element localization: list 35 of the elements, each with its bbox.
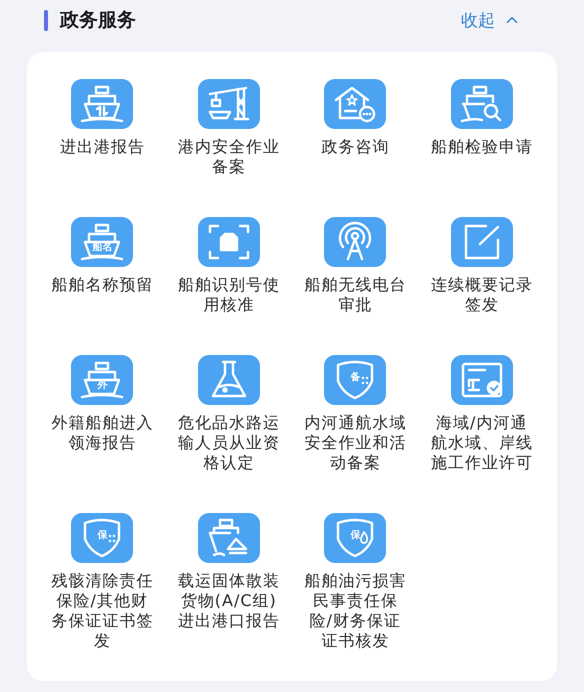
- service-label[interactable]: 载运固体散装货物(A/C组)进出港口报告: [178, 571, 280, 631]
- ship-icon: [80, 360, 124, 400]
- icon-label: 保: [350, 531, 360, 541]
- service-label[interactable]: 内河通航水域安全作业和活动备案: [304, 413, 406, 473]
- service-label[interactable]: 船舶名称预留: [51, 275, 154, 295]
- service-label[interactable]: 政务咨询: [321, 137, 390, 157]
- service-label[interactable]: 船舶油污损害民事责任保险/财务保证证书核发: [304, 571, 406, 651]
- ship-search-icon: [460, 84, 504, 124]
- service-icon[interactable]: [198, 355, 260, 405]
- service-label[interactable]: 连续概要记录签发: [430, 275, 533, 315]
- service-icon[interactable]: [198, 79, 260, 129]
- ship-icon: [80, 222, 124, 262]
- service-label[interactable]: 港内安全作业备案: [178, 137, 280, 177]
- service-icon[interactable]: [450, 355, 513, 405]
- service-label[interactable]: 残骸清除责任保险/其他财务保证证书签发: [51, 571, 154, 651]
- service-label[interactable]: 船舶识别号使用核准: [178, 275, 280, 315]
- accent-bar: [44, 10, 48, 30]
- service-label[interactable]: 船舶无线电台审批: [304, 275, 406, 315]
- service-icon[interactable]: [324, 79, 386, 129]
- collapse-button[interactable]: 收起: [461, 8, 521, 32]
- service-icon[interactable]: [198, 217, 260, 267]
- service-label[interactable]: 危化品水路运输人员从业资格认定: [178, 413, 280, 473]
- service-icon[interactable]: [450, 79, 513, 129]
- service-label[interactable]: 海域/内河通航水域、岸线施工作业许可: [430, 413, 533, 473]
- service-icon[interactable]: [450, 217, 513, 267]
- icon-label: 备: [350, 373, 360, 383]
- service-icon[interactable]: [71, 79, 134, 129]
- service-icon[interactable]: [324, 217, 386, 267]
- service-label[interactable]: 外籍船舶进入领海报告: [51, 413, 154, 453]
- service-label[interactable]: 船舶检验申请: [430, 137, 533, 157]
- ship-icon: [80, 84, 124, 124]
- service-label[interactable]: 进出港报告: [60, 137, 145, 157]
- service-icon[interactable]: [198, 513, 260, 563]
- icon-label: 保: [97, 531, 108, 541]
- section-title: 政务服务: [60, 8, 136, 33]
